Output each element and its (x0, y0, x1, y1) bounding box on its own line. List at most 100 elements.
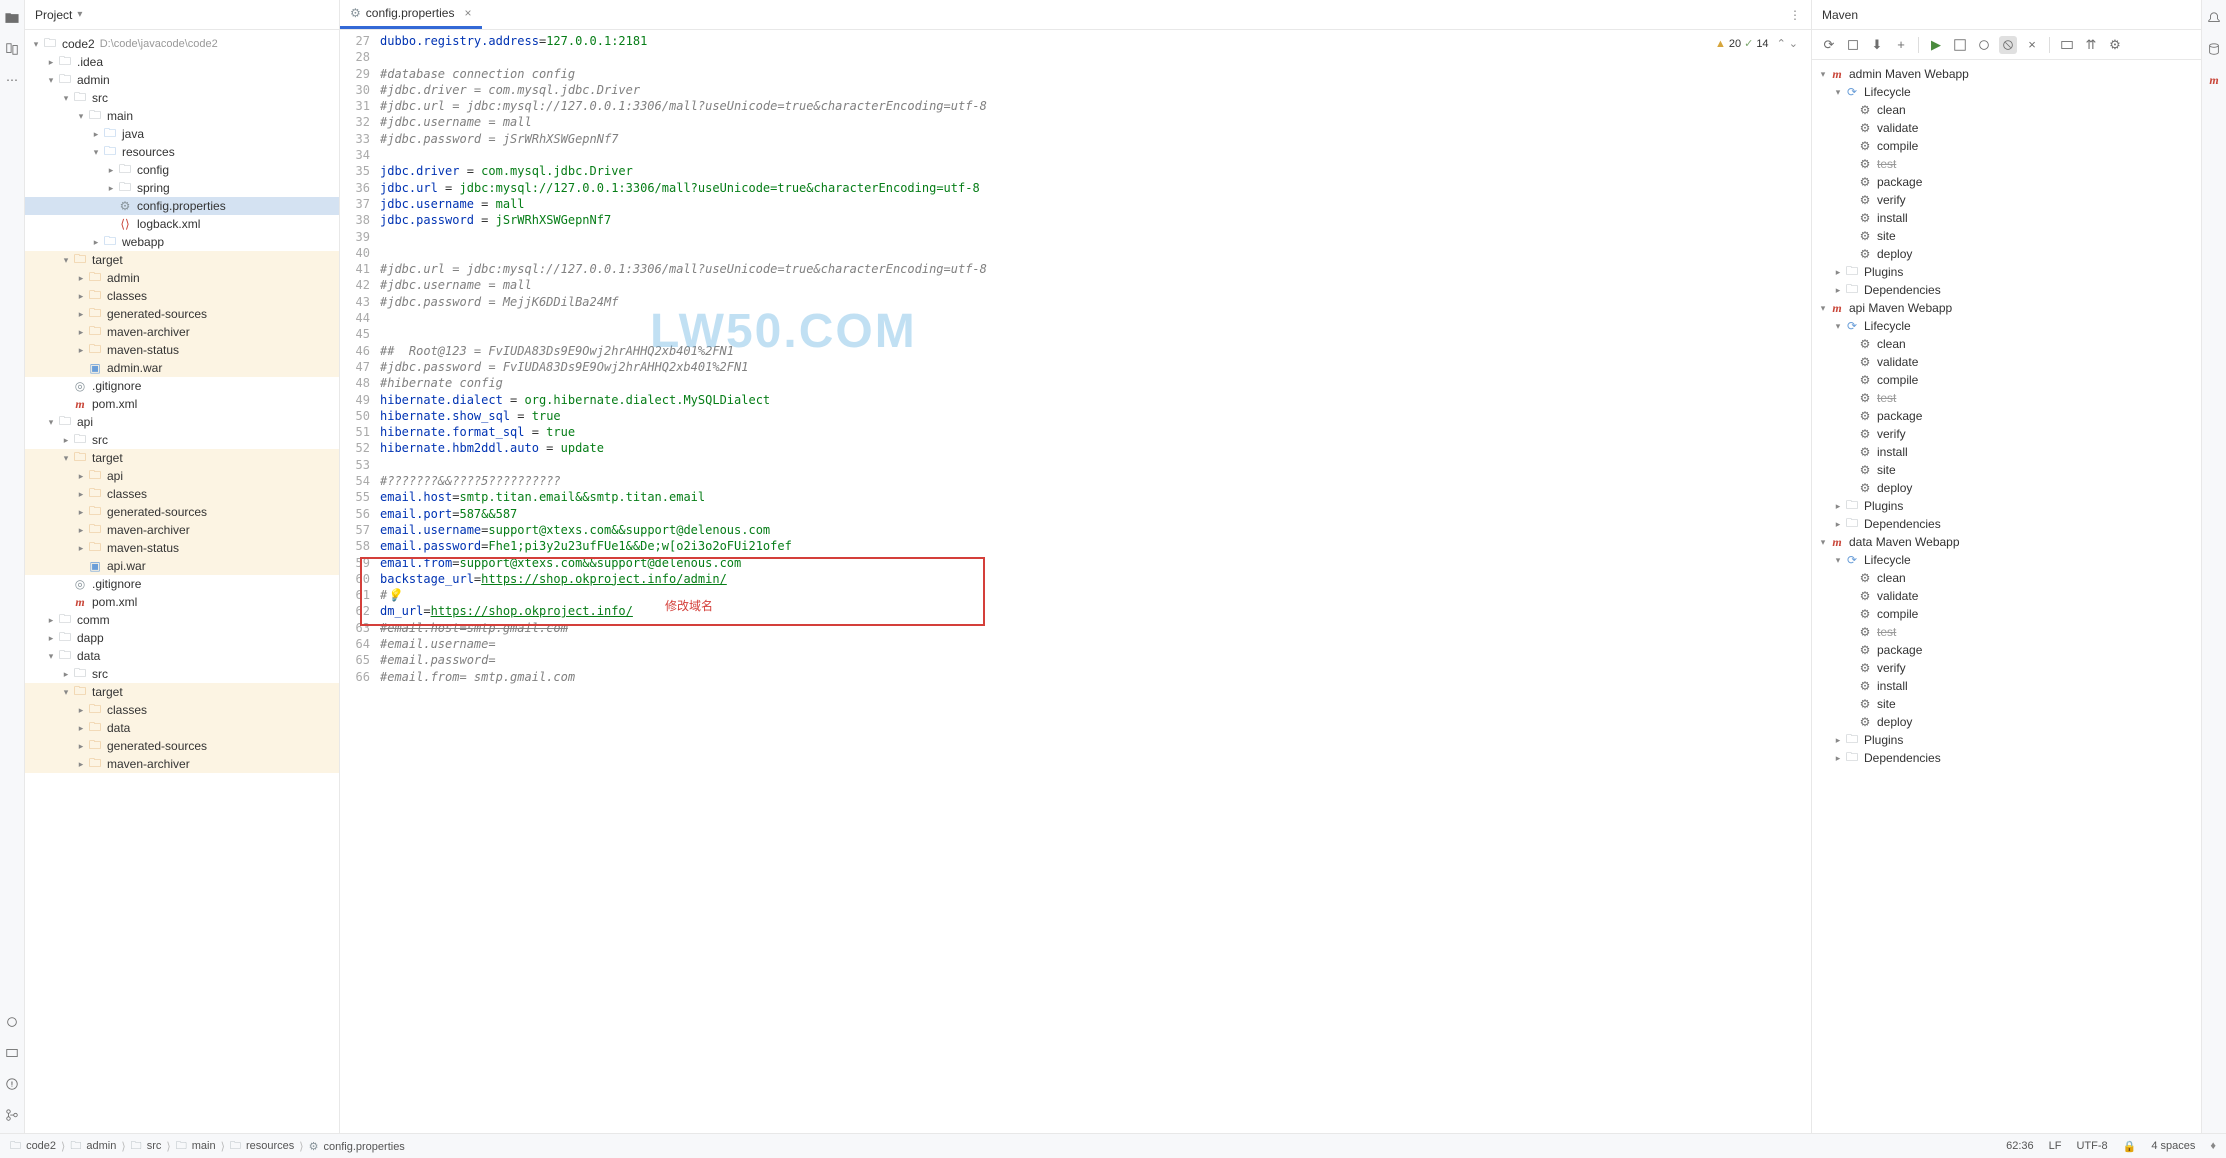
tree-item-api[interactable]: 🗀api (25, 413, 339, 431)
maven-phase-test[interactable]: ⚙test (1812, 389, 2201, 407)
tree-item-generated-sources[interactable]: 🗀generated-sources (25, 305, 339, 323)
tree-item-api[interactable]: 🗀api (25, 467, 339, 485)
run-icon[interactable]: ▶ (1927, 36, 1945, 54)
tree-item-target[interactable]: 🗀target (25, 251, 339, 269)
maven-plugins[interactable]: ▸🗀Plugins (1812, 263, 2201, 281)
tree-item-.gitignore[interactable]: ◎.gitignore (25, 575, 339, 593)
tree-item-api.war[interactable]: ▣api.war (25, 557, 339, 575)
tree-item-dapp[interactable]: 🗀dapp (25, 629, 339, 647)
maven-phase-test[interactable]: ⚙test (1812, 623, 2201, 641)
code-area[interactable]: LW50.COM 修改域名 dubbo.registry.address=127… (380, 30, 1811, 1133)
maven-phase-compile[interactable]: ⚙compile (1812, 137, 2201, 155)
skip-tests-icon[interactable] (1999, 36, 2017, 54)
maven-phase-deploy[interactable]: ⚙deploy (1812, 713, 2201, 731)
maven-phase-install[interactable]: ⚙install (1812, 677, 2201, 695)
tree-item-data[interactable]: 🗀data (25, 719, 339, 737)
tree-item-admin[interactable]: 🗀admin (25, 71, 339, 89)
notifications-icon[interactable] (2206, 10, 2222, 26)
lock-icon[interactable]: 🔒 (2123, 1140, 2137, 1153)
breadcrumb-item[interactable]: 🗀 code2 (10, 1137, 56, 1156)
tree-item-maven-archiver[interactable]: 🗀maven-archiver (25, 755, 339, 773)
download-icon[interactable]: ⬇ (1868, 36, 1886, 54)
generate-icon[interactable] (1844, 36, 1862, 54)
up-icon[interactable]: ⌃ (1777, 37, 1786, 50)
maven-phase-verify[interactable]: ⚙verify (1812, 191, 2201, 209)
tree-item-classes[interactable]: 🗀classes (25, 701, 339, 719)
tree-item-maven-archiver[interactable]: 🗀maven-archiver (25, 521, 339, 539)
tree-item-spring[interactable]: 🗀spring (25, 179, 339, 197)
maven-phase-package[interactable]: ⚙package (1812, 407, 2201, 425)
tree-item-main[interactable]: 🗀main (25, 107, 339, 125)
maven-phase-deploy[interactable]: ⚙deploy (1812, 479, 2201, 497)
tree-item-target[interactable]: 🗀target (25, 683, 339, 701)
tree-item-maven-status[interactable]: 🗀maven-status (25, 539, 339, 557)
maven-phase-compile[interactable]: ⚙compile (1812, 371, 2201, 389)
close-icon[interactable]: × (2023, 36, 2041, 54)
maven-lifecycle[interactable]: ▾⟳Lifecycle (1812, 83, 2201, 101)
tab-config-properties[interactable]: ⚙ config.properties × (340, 0, 482, 29)
maven-phase-validate[interactable]: ⚙validate (1812, 119, 2201, 137)
maven-phase-install[interactable]: ⚙install (1812, 443, 2201, 461)
tree-item-src[interactable]: 🗀src (25, 89, 339, 107)
maven-lifecycle[interactable]: ▾⟳Lifecycle (1812, 317, 2201, 335)
tree-item-src[interactable]: 🗀src (25, 431, 339, 449)
encoding[interactable]: UTF-8 (2076, 1140, 2107, 1153)
add-icon[interactable]: + (1892, 36, 1910, 54)
reload-icon[interactable]: ⟳ (1820, 36, 1838, 54)
maven-phase-deploy[interactable]: ⚙deploy (1812, 245, 2201, 263)
show-icon[interactable] (2058, 36, 2076, 54)
toggle-icon[interactable] (1975, 36, 1993, 54)
tree-item-generated-sources[interactable]: 🗀generated-sources (25, 503, 339, 521)
tree-item-pom.xml[interactable]: mpom.xml (25, 593, 339, 611)
tree-item-data[interactable]: 🗀data (25, 647, 339, 665)
tree-item-pom.xml[interactable]: mpom.xml (25, 395, 339, 413)
maven-phase-install[interactable]: ⚙install (1812, 209, 2201, 227)
line-separator[interactable]: LF (2049, 1140, 2062, 1153)
breadcrumb-item[interactable]: ⚙ config.properties (309, 1140, 405, 1153)
tree-item-logback.xml[interactable]: ⟨⟩logback.xml (25, 215, 339, 233)
settings-icon[interactable]: ⚙ (2106, 36, 2124, 54)
breadcrumb-item[interactable]: 🗀 src (131, 1137, 162, 1156)
indent[interactable]: 4 spaces (2151, 1140, 2195, 1153)
maven-phase-site[interactable]: ⚙site (1812, 227, 2201, 245)
maven-phase-clean[interactable]: ⚙clean (1812, 101, 2201, 119)
tab-more-icon[interactable]: ⋮ (1779, 8, 1811, 22)
tree-item-admin.war[interactable]: ▣admin.war (25, 359, 339, 377)
tree-item-code2[interactable]: 🗀code2D:\code\javacode\code2 (25, 35, 339, 53)
folder-icon[interactable] (4, 10, 20, 26)
maven-dependencies[interactable]: ▸🗀Dependencies (1812, 515, 2201, 533)
maven-project[interactable]: ▾mdata Maven Webapp (1812, 533, 2201, 551)
maven-phase-package[interactable]: ⚙package (1812, 173, 2201, 191)
tree-item-maven-status[interactable]: 🗀maven-status (25, 341, 339, 359)
maven-phase-site[interactable]: ⚙site (1812, 461, 2201, 479)
maven-phase-clean[interactable]: ⚙clean (1812, 335, 2201, 353)
maven-phase-compile[interactable]: ⚙compile (1812, 605, 2201, 623)
structure-icon[interactable] (4, 1014, 20, 1030)
cursor-position[interactable]: 62:36 (2006, 1140, 2034, 1153)
breadcrumb-item[interactable]: 🗀 resources (230, 1137, 294, 1156)
maven-project[interactable]: ▾mapi Maven Webapp (1812, 299, 2201, 317)
more-icon[interactable]: ⋯ (4, 72, 20, 88)
tree-item-classes[interactable]: 🗀classes (25, 485, 339, 503)
maven-lifecycle[interactable]: ▾⟳Lifecycle (1812, 551, 2201, 569)
maven-dependencies[interactable]: ▸🗀Dependencies (1812, 749, 2201, 767)
maven-plugins[interactable]: ▸🗀Plugins (1812, 731, 2201, 749)
status-icon[interactable]: ♦ (2210, 1140, 2216, 1153)
maven-phase-test[interactable]: ⚙test (1812, 155, 2201, 173)
maven-project[interactable]: ▾madmin Maven Webapp (1812, 65, 2201, 83)
breadcrumb-item[interactable]: 🗀 admin (70, 1137, 116, 1156)
maven-plugins[interactable]: ▸🗀Plugins (1812, 497, 2201, 515)
maven-phase-verify[interactable]: ⚙verify (1812, 659, 2201, 677)
problems-icon[interactable]: ! (4, 1076, 20, 1092)
tree-item-java[interactable]: 🗀java (25, 125, 339, 143)
tree-item-admin[interactable]: 🗀admin (25, 269, 339, 287)
tree-item-src[interactable]: 🗀src (25, 665, 339, 683)
maven-phase-site[interactable]: ⚙site (1812, 695, 2201, 713)
tree-item-.idea[interactable]: 🗀.idea (25, 53, 339, 71)
tree-item-.gitignore[interactable]: ◎.gitignore (25, 377, 339, 395)
bookmarks-icon[interactable] (4, 41, 20, 57)
tree-item-target[interactable]: 🗀target (25, 449, 339, 467)
maven-icon[interactable]: m (2206, 72, 2222, 88)
breadcrumb-item[interactable]: 🗀 main (176, 1137, 216, 1156)
tree-item-generated-sources[interactable]: 🗀generated-sources (25, 737, 339, 755)
